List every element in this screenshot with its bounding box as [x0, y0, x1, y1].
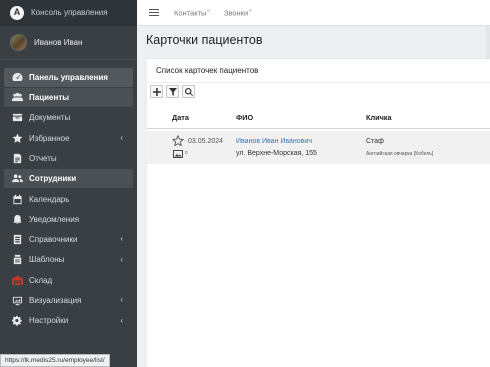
status-bar-url: https://lk.medis25.ru/employee/list/: [0, 354, 110, 367]
favorite-star-icon[interactable]: [172, 135, 184, 147]
user-panel[interactable]: Иванов Иван: [0, 26, 137, 60]
sidebar-item-dashboard[interactable]: Панель управления: [4, 68, 133, 87]
calls-count: 0: [249, 7, 252, 13]
brand-logo: A: [10, 5, 24, 20]
directories-icon: [12, 234, 23, 245]
pet-name: Стаф: [366, 138, 384, 145]
sidebar-item-calendar[interactable]: Календарь: [4, 190, 133, 209]
bell-icon: [12, 214, 23, 225]
brand[interactable]: A Консоль управления: [0, 0, 137, 26]
table-header: Дата ФИО Кличка: [147, 108, 490, 129]
patients-icon: [12, 92, 23, 103]
search-icon: [184, 87, 193, 96]
templates-icon: [12, 254, 23, 265]
user-name: Иванов Иван: [34, 38, 83, 47]
avatar: [10, 34, 27, 51]
sidebar-item-patients[interactable]: Пациенты: [4, 88, 133, 107]
calls-link[interactable]: Звонки0: [224, 8, 252, 18]
column-header-date[interactable]: Дата: [172, 113, 189, 122]
chevron-left-icon: ‹: [120, 132, 123, 142]
menu-toggle-icon[interactable]: [149, 7, 159, 17]
visualization-icon: [12, 295, 23, 306]
star-icon: [12, 133, 23, 144]
chevron-left-icon: ‹: [120, 315, 123, 325]
patient-name-link[interactable]: Иванов Иван Иванович: [236, 138, 312, 145]
patients-list-box: Список карточек пациентов Дата ФИО Кличк…: [147, 58, 490, 367]
sidebar-item-warehouse[interactable]: Склад: [4, 271, 133, 290]
table-row[interactable]: 03.05.2024 0 Иванов Иван Иванович ул. Ве…: [147, 131, 490, 164]
sidebar-item-templates[interactable]: Шаблоны ‹: [4, 251, 133, 270]
documents-icon: [12, 112, 23, 123]
pet-breed: Английская овчарка [Кобель]: [366, 151, 434, 157]
sidebar-item-notifications[interactable]: Уведомления: [4, 210, 133, 229]
add-button[interactable]: [150, 85, 163, 98]
contacts-link[interactable]: Контакты0: [174, 8, 210, 18]
chevron-left-icon: ‹: [120, 295, 123, 305]
warehouse-icon: [12, 275, 23, 286]
dashboard-icon: [12, 72, 23, 83]
sidebar-item-visualization[interactable]: Визуализация ‹: [4, 291, 133, 310]
search-button[interactable]: [182, 85, 195, 98]
sidebar: A Консоль управления Иванов Иван Панель …: [0, 0, 137, 367]
column-header-pet[interactable]: Кличка: [366, 113, 392, 122]
staff-icon: [12, 173, 23, 184]
patient-address: ул. Верхне-Морская, 155: [236, 150, 317, 157]
image-icon[interactable]: [173, 150, 183, 158]
filter-button[interactable]: [166, 85, 179, 98]
plus-icon: [152, 87, 161, 96]
table-toolbar: [150, 85, 490, 98]
chevron-left-icon: ‹: [120, 254, 123, 264]
calendar-icon: [12, 194, 23, 205]
box-title: Список карточек пациентов: [147, 59, 490, 83]
sidebar-item-staff[interactable]: Сотрудники: [4, 169, 133, 188]
sidebar-item-directories[interactable]: Справочники ‹: [4, 230, 133, 249]
sidebar-item-favorites[interactable]: Избранное ‹: [4, 129, 133, 148]
column-header-fio[interactable]: ФИО: [236, 113, 253, 122]
sidebar-item-reports[interactable]: Отчеты: [4, 149, 133, 168]
sidebar-nav: Панель управления Пациенты Документы Изб…: [0, 60, 137, 330]
brand-title: Консоль управления: [31, 8, 108, 17]
top-bar: Контакты0 Звонки0: [137, 0, 490, 26]
sidebar-item-settings[interactable]: Настройки ‹: [4, 312, 133, 331]
reports-icon: [12, 153, 23, 164]
sidebar-item-documents[interactable]: Документы: [4, 109, 133, 128]
page-title: Карточки пациентов: [146, 33, 263, 47]
image-count: 0: [185, 150, 188, 155]
row-date: 03.05.2024: [188, 138, 224, 145]
contacts-count: 0: [207, 7, 210, 13]
chevron-left-icon: ‹: [120, 234, 123, 244]
settings-icon: [12, 315, 23, 326]
filter-icon: [168, 87, 177, 96]
